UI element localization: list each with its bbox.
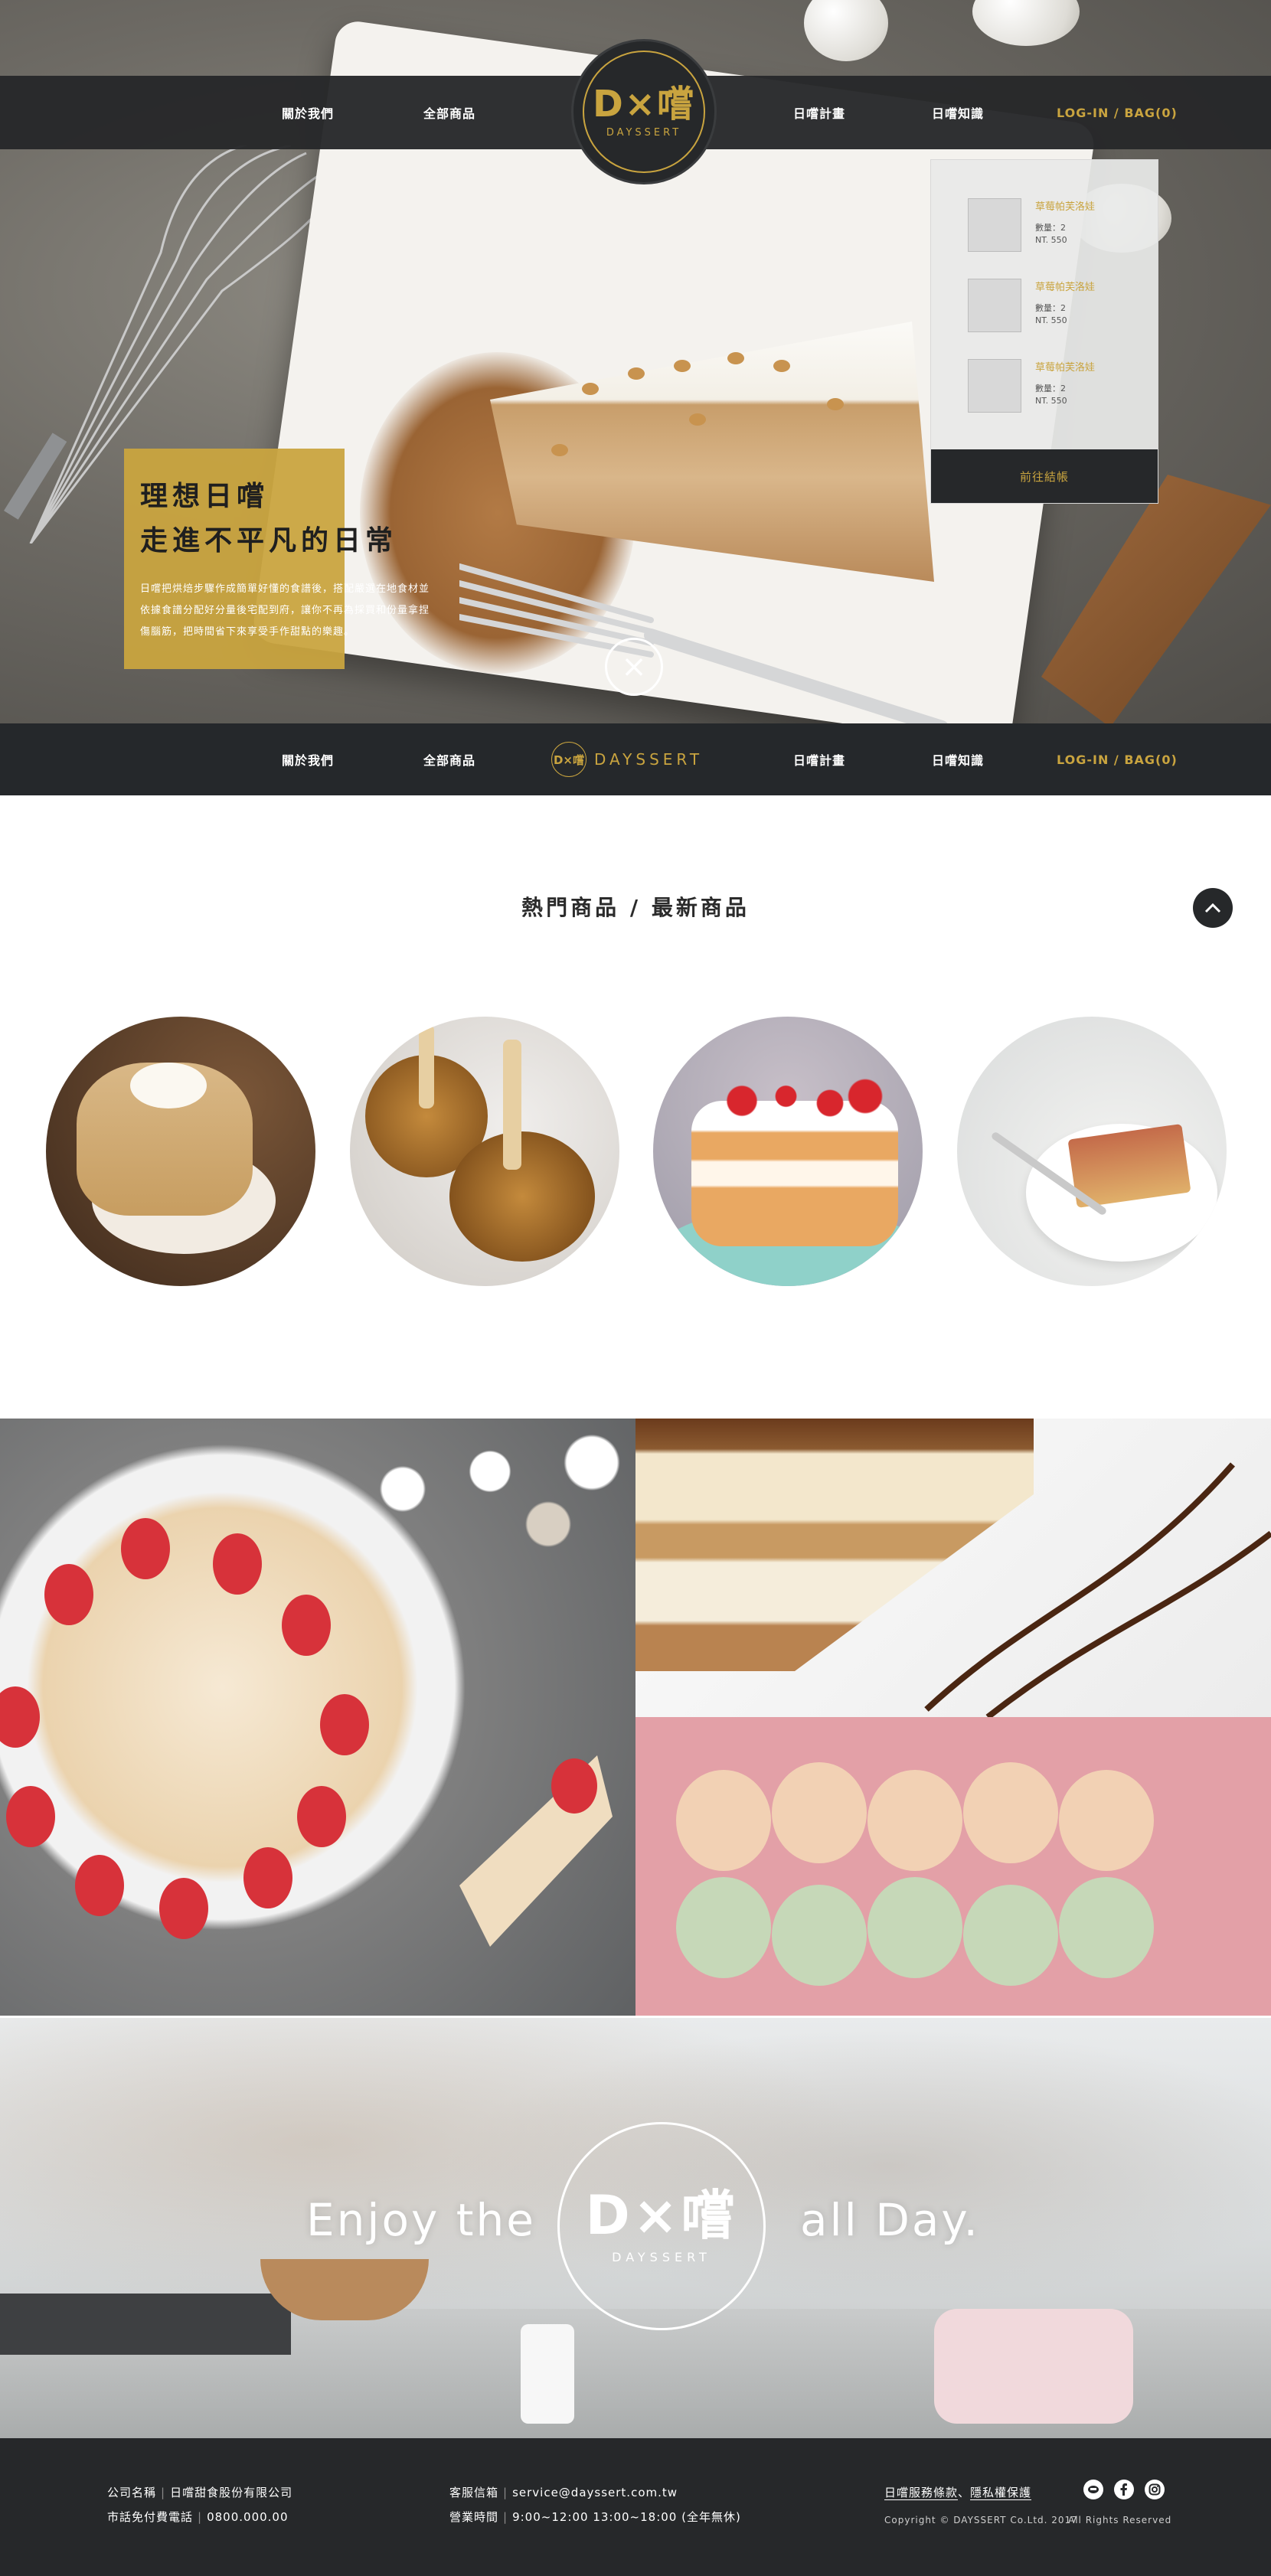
footer-company-label: 公司名稱	[107, 2486, 157, 2499]
gallery-tiramisu[interactable]	[636, 1419, 1271, 1717]
cart-dropdown: 草莓帕芙洛娃 數量：2 NT. 550 草莓帕芙洛娃 數量：2 NT. 550 …	[930, 159, 1158, 504]
gallery-macarons[interactable]	[636, 1717, 1271, 2016]
footer-company-value: 日嚐甜食股份有限公司	[170, 2486, 293, 2499]
product-caramel-popcorn-pops[interactable]	[350, 1017, 619, 1286]
cart-item-price: NT. 550	[1035, 235, 1067, 245]
banner-logo: D×嚐 DAYSSERT	[557, 2122, 766, 2330]
hero-description: 日嚐把烘焙步驟作成簡單好懂的食譜後，搭配嚴選在地食材並依據食譜分配好分量後宅配到…	[140, 583, 430, 638]
nav-products[interactable]: 全部商品	[423, 76, 475, 149]
facebook-icon[interactable]	[1114, 2480, 1134, 2499]
footer-email-link[interactable]: service@dayssert.com.tw	[512, 2486, 678, 2499]
logo-wordmark: DAYSSERT	[594, 750, 704, 769]
egg-image	[804, 0, 888, 61]
chevron-up-icon	[1204, 903, 1221, 913]
milk-bottle-image	[521, 2324, 574, 2424]
chocolate-drizzle	[924, 1462, 1271, 1717]
hero-title: 理想日嚐 走進不平凡的日常	[140, 475, 397, 563]
cart-item-name: 草莓帕芙洛娃	[1035, 362, 1096, 374]
footer-hours: 營業時間 | 9:00~12:00 13:00~18:00 (全年無休)	[449, 2510, 741, 2524]
cart-item[interactable]: 草莓帕芙洛娃 數量：2 NT. 550	[968, 279, 1136, 340]
footer: 公司名稱 | 日嚐甜食股份有限公司 市話免付費電話 | 0800.000.00 客服信箱…	[0, 2438, 1271, 2576]
rights-text: All Rights Reserved	[1068, 2515, 1172, 2525]
instagram-icon[interactable]	[1145, 2480, 1165, 2499]
footer-phone-label: 市話免付費電話	[107, 2510, 194, 2524]
footer-phone: 市話免付費電話 | 0800.000.00	[107, 2510, 289, 2524]
footer-hours-value: 9:00~12:00 13:00~18:00 (全年無休)	[512, 2510, 741, 2524]
brand-banner: Enjoy the D×嚐 DAYSSERT all Day.	[0, 2018, 1271, 2438]
footer-email-label: 客服信箱	[449, 2486, 499, 2499]
cart-item-thumbnail	[968, 279, 1021, 332]
hero-title-line1: 理想日嚐	[140, 481, 270, 512]
pink-pot-image	[934, 2309, 1133, 2424]
footer-hours-label: 營業時間	[449, 2510, 499, 2524]
nav-plan[interactable]: 日嚐計畫	[793, 723, 845, 795]
privacy-link[interactable]: 隱私權保護	[970, 2486, 1032, 2500]
logo-mark-small: D×嚐	[551, 742, 586, 777]
logo-wordmark: DAYSSERT	[606, 126, 682, 139]
hero-title-line2: 走進不平凡的日常	[140, 525, 398, 557]
stove-image	[0, 2294, 291, 2355]
cart-item-price: NT. 550	[1035, 315, 1067, 325]
fork-image	[459, 563, 948, 723]
egg-image	[972, 0, 1080, 46]
nav-plan[interactable]: 日嚐計畫	[793, 76, 845, 149]
nav-logo[interactable]: D×嚐 DAYSSERT	[551, 723, 703, 795]
wooden-spatula-image	[1041, 475, 1271, 723]
banner-logo-wordmark: DAYSSERT	[612, 2249, 711, 2264]
cart-item-thumbnail	[968, 198, 1021, 252]
banner-logo-mark: D×嚐	[585, 2183, 738, 2247]
logo-mark: D×嚐	[592, 82, 696, 126]
back-to-top-button[interactable]	[1193, 888, 1233, 928]
logo-ring: D×嚐 DAYSSERT	[583, 51, 705, 173]
nav-products[interactable]: 全部商品	[423, 723, 475, 795]
close-icon[interactable]: ×	[605, 638, 663, 696]
cart-item-thumbnail	[968, 359, 1021, 413]
cart-item-quantity: 數量：2	[1035, 223, 1066, 233]
footer-legal-links: 日嚐服務條款、隱私權保護	[884, 2486, 1032, 2500]
line-icon[interactable]	[1083, 2480, 1103, 2499]
nav-about[interactable]: 關於我們	[282, 723, 334, 795]
nav-login-bag[interactable]: LOG-IN / BAG(0)	[1057, 76, 1178, 149]
product-fig-cake[interactable]	[957, 1017, 1227, 1286]
nav-knowledge[interactable]: 日嚐知識	[932, 723, 984, 795]
footer-phone-value: 0800.000.00	[207, 2510, 289, 2524]
nav-knowledge[interactable]: 日嚐知識	[932, 76, 984, 149]
section-title: 熱門商品 / 最新商品	[521, 895, 750, 920]
cart-item-quantity: 數量：2	[1035, 303, 1066, 313]
banner-text-left: Enjoy the	[306, 2194, 536, 2246]
cart-item-name: 草莓帕芙洛娃	[1035, 282, 1096, 293]
macaron-grid	[676, 1762, 1154, 1986]
product-chiffon-cake[interactable]	[46, 1017, 315, 1286]
logo-badge[interactable]: D×嚐 DAYSSERT	[571, 39, 717, 184]
nav-login-bag[interactable]: LOG-IN / BAG(0)	[1057, 723, 1178, 795]
cart-item-name: 草莓帕芙洛娃	[1035, 201, 1096, 213]
footer-company: 公司名稱 | 日嚐甜食股份有限公司	[107, 2486, 293, 2499]
cart-item[interactable]: 草莓帕芙洛娃 數量：2 NT. 550	[968, 198, 1136, 260]
product-strawberry-cream-cake[interactable]	[653, 1017, 923, 1286]
gallery-strawberry-tart[interactable]	[0, 1419, 636, 2016]
sticky-navigation-bar: 關於我們 全部商品 D×嚐 DAYSSERT 日嚐計畫 日嚐知識 LOG-IN …	[0, 723, 1271, 795]
terms-link[interactable]: 日嚐服務條款	[884, 2486, 959, 2500]
nav-about[interactable]: 關於我們	[282, 76, 334, 149]
copyright-text: Copyright © DAYSSERT Co.Ltd. 2017	[884, 2515, 1078, 2525]
cart-item-quantity: 數量：2	[1035, 384, 1066, 393]
cart-item-price: NT. 550	[1035, 396, 1067, 406]
checkout-button[interactable]: 前往結帳	[931, 449, 1158, 503]
banner-text-right: all Day.	[800, 2194, 980, 2246]
cart-item[interactable]: 草莓帕芙洛娃 數量：2 NT. 550	[968, 359, 1136, 420]
footer-email: 客服信箱 | service@dayssert.com.tw	[449, 2486, 678, 2499]
